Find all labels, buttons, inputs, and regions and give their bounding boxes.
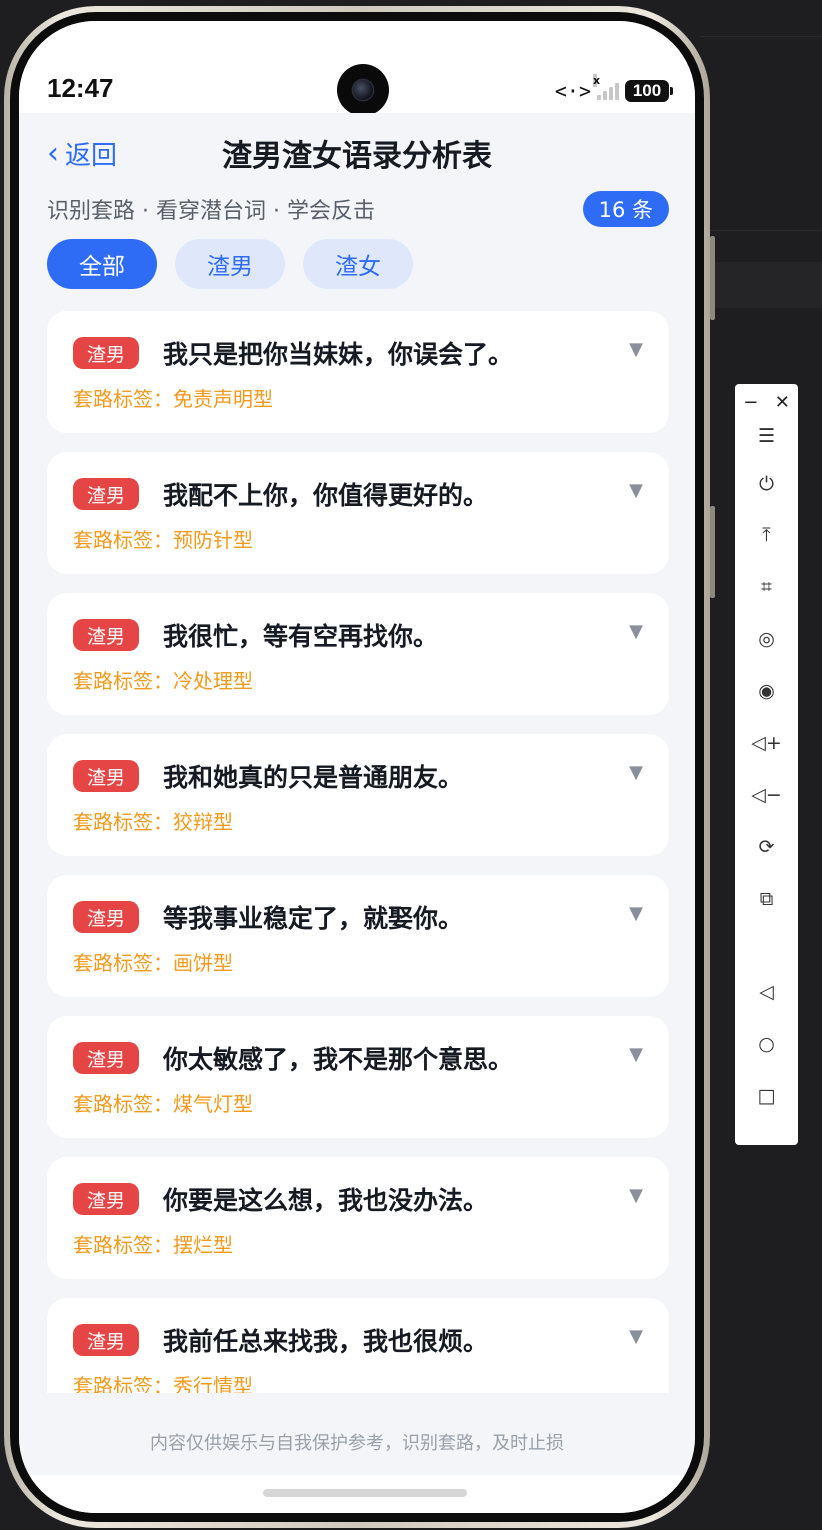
no-service-mark: x xyxy=(593,74,601,87)
battery-level: 100 xyxy=(632,81,662,100)
app-header: ‹ 返回 渣男渣女语录分析表 xyxy=(19,113,695,189)
volume-up-icon[interactable]: ◁+ xyxy=(735,725,798,761)
gender-tag: 渣男 xyxy=(73,901,140,933)
rotate-icon[interactable]: ⟳ xyxy=(735,829,798,865)
network-transfer-icon: <·> xyxy=(554,79,591,103)
power-icon[interactable]: ⏻ xyxy=(735,466,798,502)
disclaimer-text: 内容仅供娱乐与自我保护参考，识别套路，及时止损 xyxy=(150,1433,564,1454)
crop-icon[interactable]: ⌗ xyxy=(735,569,798,605)
trick-label: 套路标签：狡辩型 xyxy=(73,810,233,834)
desktop-background: 12:47 <·> x 100 ‹ 返回 渣男渣女语录分析表 识别套路 · 看穿… xyxy=(0,0,822,1530)
quote-card[interactable]: 渣男 我前任总来找我，我也很烦。 套路标签：秀行情型 ▼ xyxy=(47,1298,669,1393)
quote-card[interactable]: 渣男 我只是把你当妹妹，你误会了。 套路标签：免责声明型 ▼ xyxy=(47,311,669,433)
expand-icon[interactable]: ▼ xyxy=(629,1185,643,1206)
quote-list[interactable]: 渣男 我只是把你当妹妹，你误会了。 套路标签：免责声明型 ▼ 渣男 我配不上你，… xyxy=(47,311,669,1393)
desktop-panel xyxy=(700,262,822,308)
trick-label: 套路标签：摆烂型 xyxy=(73,1233,233,1257)
window-divider xyxy=(700,230,822,231)
quote-text: 我只是把你当妹妹，你误会了。 xyxy=(163,340,514,369)
gender-tag: 渣男 xyxy=(73,1042,140,1074)
phone-bezel: 12:47 <·> x 100 ‹ 返回 渣男渣女语录分析表 识别套路 · 看穿… xyxy=(10,12,704,1522)
status-icons: <·> x 100 xyxy=(554,74,673,103)
trick-label: 套路标签：煤气灯型 xyxy=(73,1092,253,1116)
window-divider xyxy=(700,36,822,37)
expand-icon[interactable]: ▼ xyxy=(629,339,643,360)
expand-icon[interactable]: ▼ xyxy=(629,903,643,924)
nav-back-icon[interactable]: ◁ xyxy=(735,974,798,1010)
close-icon[interactable]: ✕ xyxy=(775,392,790,413)
trick-label: 套路标签：预防针型 xyxy=(73,528,253,552)
quote-card[interactable]: 渣男 等我事业稳定了，就娶你。 套路标签：画饼型 ▼ xyxy=(47,875,669,997)
power-button xyxy=(710,506,715,598)
upload-icon[interactable]: ⤒ xyxy=(735,517,798,553)
menu-icon[interactable]: ☰ xyxy=(735,418,798,454)
status-bar: 12:47 <·> x 100 xyxy=(19,21,695,116)
signal-icon: x xyxy=(593,74,619,100)
minimize-icon[interactable]: − xyxy=(743,392,758,413)
bottom-safe-area xyxy=(19,1475,695,1513)
trick-label: 套路标签：秀行情型 xyxy=(73,1374,253,1393)
page-title: 渣男渣女语录分析表 xyxy=(222,139,492,174)
quote-text: 你要是这么想，我也没办法。 xyxy=(163,1186,489,1215)
phone-frame: 12:47 <·> x 100 ‹ 返回 渣男渣女语录分析表 识别套路 · 看穿… xyxy=(4,6,715,1528)
trick-label: 套路标签：冷处理型 xyxy=(73,669,253,693)
quote-card[interactable]: 渣男 我很忙，等有空再找你。 套路标签：冷处理型 ▼ xyxy=(47,593,669,715)
devices-icon[interactable]: ⧉ xyxy=(735,881,798,917)
expand-icon[interactable]: ▼ xyxy=(629,1044,643,1065)
trick-label: 套路标签：免责声明型 xyxy=(73,387,273,411)
expand-icon[interactable]: ▼ xyxy=(629,621,643,642)
volume-down-icon[interactable]: ◁− xyxy=(735,777,798,813)
expand-icon[interactable]: ▼ xyxy=(629,480,643,501)
quote-card[interactable]: 渣男 我和她真的只是普通朋友。 套路标签：狡辩型 ▼ xyxy=(47,734,669,856)
home-indicator[interactable] xyxy=(263,1489,467,1497)
quote-text: 等我事业稳定了，就娶你。 xyxy=(163,904,464,933)
battery-icon: 100 xyxy=(625,80,673,102)
app-page: ‹ 返回 渣男渣女语录分析表 识别套路 · 看穿潜台词 · 学会反击 16 条 … xyxy=(19,113,695,1513)
filter-tabs: 全部 渣男 渣女 xyxy=(47,239,413,289)
quote-text: 你太敏感了，我不是那个意思。 xyxy=(163,1045,514,1074)
quote-text: 我前任总来找我，我也很烦。 xyxy=(163,1327,489,1356)
expand-icon[interactable]: ▼ xyxy=(629,762,643,783)
quote-card[interactable]: 渣男 你太敏感了，我不是那个意思。 套路标签：煤气灯型 ▼ xyxy=(47,1016,669,1138)
expand-icon[interactable]: ▼ xyxy=(629,1326,643,1347)
quote-text: 我很忙，等有空再找你。 xyxy=(163,622,439,651)
trick-label: 套路标签：画饼型 xyxy=(73,951,233,975)
gender-tag: 渣男 xyxy=(73,337,140,369)
filter-all[interactable]: 全部 xyxy=(47,239,157,289)
quote-text: 我和她真的只是普通朋友。 xyxy=(163,763,464,792)
record-icon[interactable]: ◉ xyxy=(735,673,798,709)
gender-tag: 渣男 xyxy=(73,1183,140,1215)
count-badge: 16 条 xyxy=(582,191,669,227)
gender-tag: 渣男 xyxy=(73,619,140,651)
filter-scumbag-men[interactable]: 渣男 xyxy=(175,239,285,289)
phone-screen: 12:47 <·> x 100 ‹ 返回 渣男渣女语录分析表 识别套路 · 看穿… xyxy=(19,21,695,1513)
gender-tag: 渣男 xyxy=(73,760,140,792)
status-time: 12:47 xyxy=(47,73,114,103)
quote-card[interactable]: 渣男 我配不上你，你值得更好的。 套路标签：预防针型 ▼ xyxy=(47,452,669,574)
gender-tag: 渣男 xyxy=(73,1324,140,1356)
nav-recents-icon[interactable]: □ xyxy=(735,1078,798,1114)
quote-text: 我配不上你，你值得更好的。 xyxy=(163,481,489,510)
volume-button xyxy=(710,236,715,320)
subtitle-row: 识别套路 · 看穿潜台词 · 学会反击 16 条 xyxy=(47,189,669,229)
emulator-toolbar: − ✕ ☰ ⏻ ⤒ ⌗ ◎ ◉ ◁+ ◁− ⟳ ⧉ ◁ ○ □ xyxy=(735,384,798,1145)
screenshot-icon[interactable]: ◎ xyxy=(735,621,798,657)
gender-tag: 渣男 xyxy=(73,478,140,510)
toolbar-window-controls: − ✕ xyxy=(735,388,798,416)
quote-card[interactable]: 渣男 你要是这么想，我也没办法。 套路标签：摆烂型 ▼ xyxy=(47,1157,669,1279)
filter-scumbag-women[interactable]: 渣女 xyxy=(303,239,413,289)
page-subtitle: 识别套路 · 看穿潜台词 · 学会反击 xyxy=(47,199,375,224)
nav-home-icon[interactable]: ○ xyxy=(735,1026,798,1062)
front-camera xyxy=(337,64,389,116)
